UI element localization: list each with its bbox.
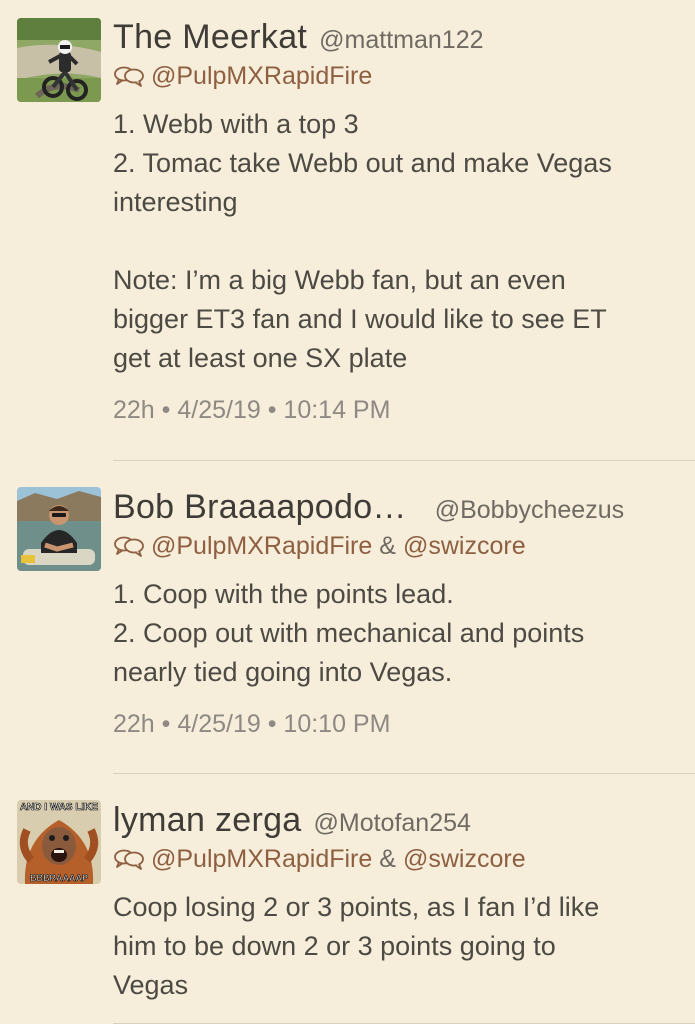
tweet-timestamp: 22h • 4/25/19 • 10:14 PM <box>113 396 391 424</box>
reply-mention[interactable]: @swizcore <box>403 845 526 874</box>
tweet-text-line: 1. Webb with a top 3 <box>113 109 359 139</box>
avatar[interactable]: AND I WAS LIKE BBBRAAAAP <box>17 800 101 884</box>
avatar[interactable] <box>17 487 101 571</box>
avatar[interactable] <box>17 18 101 102</box>
author-handle[interactable]: @mattman122 <box>319 21 483 59</box>
tweet-text: 1. Coop with the points lead. 2. Coop ou… <box>113 575 675 692</box>
reply-context: @PulpMXRapidFire & @swizcore <box>113 528 675 564</box>
tweet-text-line: interesting <box>113 187 238 217</box>
conversation-bubbles-icon <box>114 849 144 870</box>
tweet-text-line: Vegas <box>113 970 189 1000</box>
tweet-text-line: bigger ET3 fan and I would like to see E… <box>113 304 607 334</box>
tweet-text-line: get at least one SX plate <box>113 343 408 373</box>
author-name[interactable]: Bob Braaaapodo… <box>113 488 407 526</box>
conversation-bubbles-icon <box>114 66 144 87</box>
tweet-item[interactable]: AND I WAS LIKE BBBRAAAAP lyman zerga @Mo… <box>0 774 695 1024</box>
conversation-bubbles-icon <box>114 536 144 557</box>
author-name[interactable]: The Meerkat <box>113 18 307 56</box>
reply-context: @PulpMXRapidFire <box>113 58 675 94</box>
reply-joiner: & <box>379 531 396 560</box>
author-handle[interactable]: @Motofan254 <box>314 804 471 842</box>
tweet-text: 1. Webb with a top 3 2. Tomac take Webb … <box>113 105 675 378</box>
reply-mention[interactable]: @PulpMXRapidFire <box>151 532 372 561</box>
reply-mention[interactable]: @PulpMXRapidFire <box>151 845 372 874</box>
tweet-item[interactable]: The Meerkat @mattman122 @PulpMXRapidFire… <box>0 0 695 461</box>
meme-bottom-text: BBBRAAAAP <box>30 873 88 883</box>
tweet-text-line: nearly tied going into Vegas. <box>113 657 453 687</box>
reply-mention[interactable]: @swizcore <box>403 532 526 561</box>
author-handle[interactable]: @Bobbycheezus <box>435 491 624 529</box>
reply-mention[interactable]: @PulpMXRapidFire <box>151 62 372 91</box>
reply-joiner: & <box>379 844 396 873</box>
tweet-text-line: him to be down 2 or 3 points going to <box>113 931 556 961</box>
motocross-rider-avatar <box>17 18 101 102</box>
person-on-boat-avatar <box>17 487 101 571</box>
orangutan-meme-avatar: AND I WAS LIKE BBBRAAAAP <box>17 800 101 884</box>
meme-top-text: AND I WAS LIKE <box>20 802 99 813</box>
tweet-text-line: 2. Tomac take Webb out and make Vegas <box>113 148 612 178</box>
reply-context: @PulpMXRapidFire & @swizcore <box>113 841 675 877</box>
tweet-timestamp: 22h • 4/25/19 • 10:10 PM <box>113 710 391 738</box>
tweet-text: Coop losing 2 or 3 points, as I fan I’d … <box>113 888 675 1005</box>
tweet-text-line: 2. Coop out with mechanical and points <box>113 618 585 648</box>
tweet-text-line: 1. Coop with the points lead. <box>113 579 454 609</box>
tweet-text-line: Note: I’m a big Webb fan, but an even <box>113 265 566 295</box>
tweet-item[interactable]: Bob Braaaapodo… @Bobbycheezus @PulpMXRap… <box>0 461 695 774</box>
tweet-text-line: Coop losing 2 or 3 points, as I fan I’d … <box>113 892 600 922</box>
author-name[interactable]: lyman zerga <box>113 801 302 839</box>
